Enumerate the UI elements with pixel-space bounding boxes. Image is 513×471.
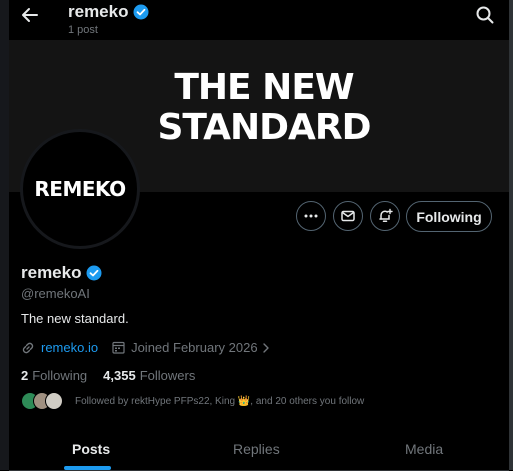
verified-badge-icon[interactable] [86, 265, 102, 281]
followed-by-text: Followed by rektHype PFPs22, King 👑, and… [75, 395, 365, 407]
back-arrow-icon [22, 8, 38, 22]
avatar-logo-text: REMEKO [34, 177, 126, 201]
back-button[interactable] [19, 4, 41, 26]
follower-avatar [45, 392, 63, 410]
header-name-row: remeko [68, 2, 149, 22]
link-icon [22, 342, 34, 353]
verified-badge-icon [133, 4, 149, 20]
banner-line-1: THE NEW [174, 67, 354, 108]
profile-header-bar: remeko 1 post [9, 0, 509, 40]
more-icon [304, 214, 318, 218]
profile-bio: The new standard. [21, 311, 129, 326]
tab-posts[interactable]: Posts [72, 441, 110, 457]
follow-stats: 2 Following 4,355 Followers [21, 368, 195, 383]
notification-add-icon [379, 208, 393, 223]
following-button[interactable]: Following [406, 201, 492, 232]
search-button[interactable] [475, 5, 495, 25]
calendar-icon [112, 341, 125, 354]
profile-tabs: Posts Replies Media [9, 426, 509, 471]
notifications-button[interactable] [370, 201, 400, 231]
joined-date: Joined February 2026 [131, 340, 258, 355]
profile-name-row: remeko [21, 263, 102, 283]
active-tab-indicator [64, 466, 111, 470]
following-label: Following [32, 368, 88, 383]
message-button[interactable] [333, 201, 363, 231]
followers-count: 4,355 [103, 368, 136, 383]
profile-handle: @remekoAI [21, 286, 90, 301]
chevron-right-icon[interactable] [261, 342, 271, 354]
window-edge-left [0, 0, 9, 470]
website-link[interactable]: remeko.io [41, 340, 98, 355]
window-edge-right [509, 0, 513, 470]
followers-stat[interactable]: 4,355 Followers [103, 368, 195, 383]
profile-meta: remeko.io Joined February 2026 [21, 340, 271, 355]
tab-replies[interactable]: Replies [233, 441, 280, 457]
mail-icon [341, 210, 355, 222]
tab-media[interactable]: Media [405, 441, 443, 457]
avatar[interactable]: REMEKO [20, 129, 140, 249]
followers-label: Followers [139, 368, 196, 383]
profile-name: remeko [21, 263, 82, 282]
following-count: 2 [21, 368, 29, 383]
search-icon [476, 6, 494, 24]
following-stat[interactable]: 2 Following [21, 368, 87, 383]
followed-by[interactable]: Followed by rektHype PFPs22, King 👑, and… [21, 392, 364, 410]
post-count: 1 post [68, 24, 98, 36]
header-name: remeko [68, 2, 129, 21]
more-button[interactable] [296, 201, 326, 231]
